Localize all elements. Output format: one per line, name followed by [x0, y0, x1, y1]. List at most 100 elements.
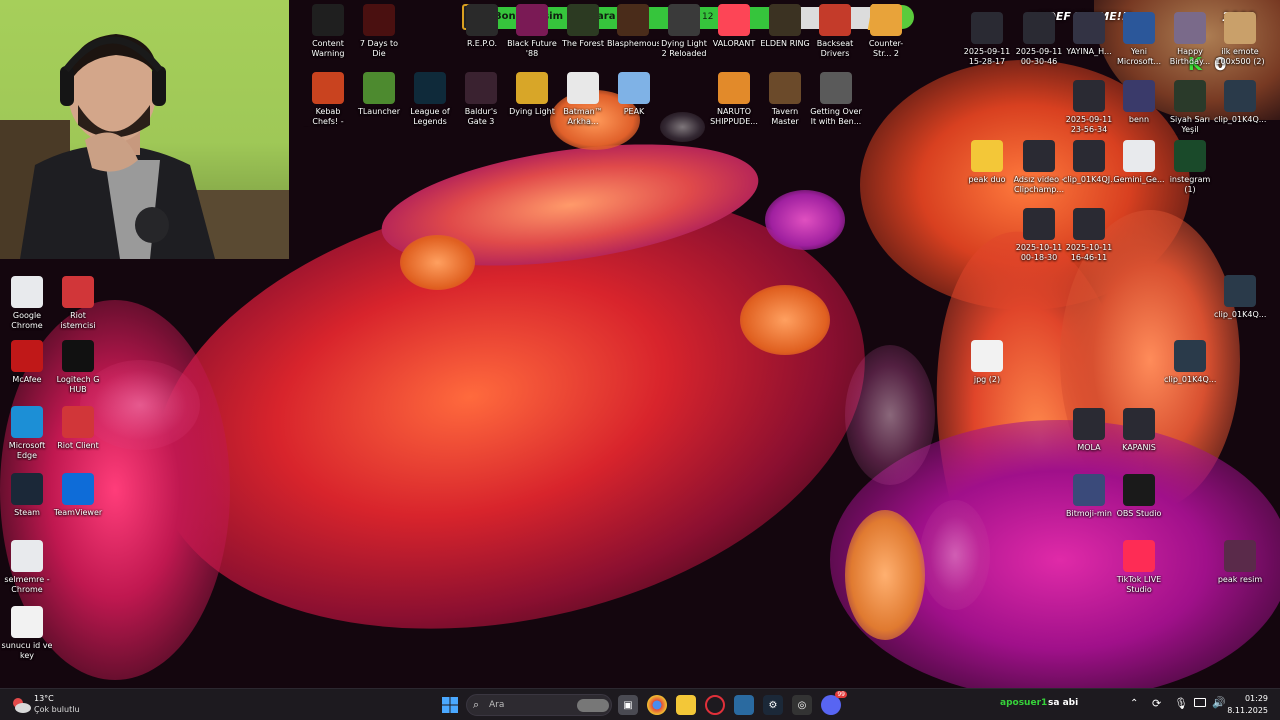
desktop-icon-3[interactable]: Black Future '88	[506, 4, 558, 59]
desktop-icon-label: Content Warning	[311, 39, 345, 58]
folder-icon	[971, 140, 1003, 172]
dying-light-icon	[516, 72, 548, 104]
desktop-icon-19[interactable]: clip_01K4Q...	[1164, 340, 1216, 385]
desktop-icon-2[interactable]: YAYINA_H...	[1063, 12, 1115, 57]
desktop-icon-label: instegram (1)	[1169, 175, 1211, 194]
desktop-icon-5[interactable]: Blasphemous	[607, 4, 659, 49]
steam-taskbar-icon[interactable]: ⚙	[763, 695, 783, 715]
desktop-icon-10[interactable]: peak duo	[961, 140, 1013, 185]
desktop-icon-12[interactable]: clip_01K4QJ...	[1063, 140, 1115, 185]
desktop-icon-10[interactable]: Counter-Str... 2	[860, 4, 912, 59]
repo-icon	[466, 4, 498, 36]
desktop-icon-2[interactable]: R.E.P.O.	[456, 4, 508, 49]
desktop-icon-5[interactable]: Riot Client	[52, 406, 104, 451]
desktop-icon-7[interactable]: NARUTO SHIPPUDE...	[708, 72, 760, 127]
desktop-icon-label: benn	[1128, 115, 1150, 124]
desktop-icon-24[interactable]: TikTok LIVE Studio	[1113, 540, 1165, 595]
desktop-icon-8[interactable]: selmemre - Chrome	[1, 540, 53, 595]
desktop-icon-label: sunucu id ve key	[1, 641, 53, 660]
desktop-icon-label: 2025-10-11 16-46-11	[1065, 243, 1113, 262]
desktop-icon-4[interactable]: Dying Light	[506, 72, 558, 117]
video-thumbnail-icon	[971, 12, 1003, 44]
image-thumbnail-icon	[1224, 12, 1256, 44]
desktop-icon-18[interactable]: jpg (2)	[961, 340, 1013, 385]
monitor-icon[interactable]	[1194, 698, 1206, 707]
desktop-icon-2[interactable]: McAfee	[1, 340, 53, 385]
image-thumbnail-icon	[1224, 540, 1256, 572]
desktop-icon-1[interactable]: Riot istemcisi	[52, 276, 104, 331]
remote-desktop-icon[interactable]	[734, 695, 754, 715]
discord-icon[interactable]: 99	[821, 691, 847, 715]
desktop-icon-8[interactable]: Siyah Sarı Yeşil Keskin...	[1164, 80, 1216, 135]
desktop-icon-5[interactable]: ilk emote 100x500 (2)	[1214, 12, 1266, 67]
desktop-icon-label: MOLA	[1077, 443, 1101, 452]
webcam-overlay	[0, 0, 289, 259]
desktop-icon-label: Tavern Master	[771, 107, 799, 126]
obs-taskbar-icon[interactable]: ◎	[792, 695, 812, 715]
desktop-icon-7[interactable]: VALORANT	[708, 4, 760, 49]
desktop-icon-4[interactable]: The Forest	[557, 4, 609, 49]
opera-gx-icon[interactable]	[705, 695, 725, 715]
microphone-icon[interactable]: 🎙	[1174, 697, 1188, 710]
desktop-icon-8[interactable]: ELDEN RING	[759, 4, 811, 49]
desktop-icon-4[interactable]: Microsoft Edge	[1, 406, 53, 461]
desktop-icon-22[interactable]: Bitmoji-min	[1063, 474, 1115, 519]
chrome-taskbar-icon[interactable]	[647, 695, 667, 715]
desktop-icon-6[interactable]: Dying Light 2 Reloaded E...	[658, 4, 710, 59]
desktop-icon-25[interactable]: peak resim	[1214, 540, 1266, 585]
desktop-icon-14[interactable]: instegram (1)	[1164, 140, 1216, 195]
weather-temp[interactable]: 13°C	[34, 694, 54, 703]
desktop-icon-9[interactable]: Backseat Drivers Demo	[809, 4, 861, 59]
video-thumbnail-icon	[1023, 208, 1055, 240]
dying-light-icon	[668, 4, 700, 36]
desktop-icon-0[interactable]: Content Warning	[302, 4, 354, 59]
search-box[interactable]: ⌕ Ara	[466, 694, 612, 716]
file-explorer-icon[interactable]	[676, 695, 696, 715]
desktop-icon-0[interactable]: 2025-09-11 15-28-17	[961, 12, 1013, 67]
image-thumbnail-icon	[1123, 80, 1155, 112]
chrome-icon	[11, 540, 43, 572]
desktop-icon-3[interactable]: Yeni Microsoft...	[1113, 12, 1165, 67]
desktop-icon-6[interactable]: PEAK	[608, 72, 660, 117]
desktop-icon-21[interactable]: KAPANIS	[1113, 408, 1165, 453]
video-thumbnail-icon	[1073, 12, 1105, 44]
desktop-icon-1[interactable]: 7 Days to Die	[353, 4, 405, 59]
sync-icon[interactable]: ⟳	[1152, 697, 1161, 710]
desktop-icon-23[interactable]: OBS Studio	[1113, 474, 1165, 519]
chevron-up-icon[interactable]: ⌃	[1130, 698, 1138, 709]
start-button[interactable]	[440, 695, 460, 715]
desktop-icon-13[interactable]: Gemini_Ge...	[1113, 140, 1165, 185]
desktop-icon-16[interactable]: 2025-10-11 16-46-11	[1063, 208, 1115, 263]
weather-desc[interactable]: Çok bulutlu	[34, 705, 80, 714]
video-thumbnail-icon	[1174, 340, 1206, 372]
desktop-icon-7[interactable]: TeamViewer	[52, 473, 104, 518]
desktop-icon-1[interactable]: TLauncher	[353, 72, 405, 117]
desktop-icon-11[interactable]: Adsız video - Clipchamp...	[1013, 140, 1065, 195]
desktop-icon-6[interactable]: Steam	[1, 473, 53, 518]
task-view-icon[interactable]: ▣	[618, 695, 638, 715]
desktop-icon-0[interactable]: Google Chrome	[1, 276, 53, 331]
desktop-icon-5[interactable]: Batman™ Arkha...	[557, 72, 609, 127]
desktop-icon-0[interactable]: Kebab Chefs! - Restauran...	[302, 72, 354, 127]
desktop-icon-20[interactable]: MOLA	[1063, 408, 1115, 453]
desktop-icon-6[interactable]: 2025-09-11 23-56-34	[1063, 80, 1115, 135]
desktop-icon-8[interactable]: Tavern Master	[759, 72, 811, 127]
video-thumbnail-icon	[1224, 80, 1256, 112]
weather-icon[interactable]	[10, 694, 32, 716]
desktop-icon-17[interactable]: clip_01K4Q...	[1214, 275, 1266, 320]
desktop-icon-3[interactable]: Logitech G HUB	[52, 340, 104, 395]
desktop-icon-7[interactable]: benn	[1113, 80, 1165, 125]
desktop-icon-15[interactable]: 2025-10-11 00-18-30	[1013, 208, 1065, 263]
image-thumbnail-icon	[1174, 80, 1206, 112]
desktop-icon-4[interactable]: Happy Birthday...	[1164, 12, 1216, 67]
desktop-icon-9[interactable]: sunucu id ve key	[1, 606, 53, 661]
desktop-icon-9[interactable]: clip_01K4Q...	[1214, 80, 1266, 125]
cs2-icon	[870, 4, 902, 36]
clock-date[interactable]: 8.11.2025	[1222, 706, 1268, 715]
desktop-icon-2[interactable]: League of Legends	[404, 72, 456, 127]
baldurs-gate-icon	[465, 72, 497, 104]
desktop-icon-1[interactable]: 2025-09-11 00-30-46	[1013, 12, 1065, 67]
desktop-icon-9[interactable]: Getting Over It with Ben...	[810, 72, 862, 127]
desktop-icon-3[interactable]: Baldur's Gate 3	[455, 72, 507, 127]
clock-time[interactable]: 01:29	[1230, 694, 1268, 703]
